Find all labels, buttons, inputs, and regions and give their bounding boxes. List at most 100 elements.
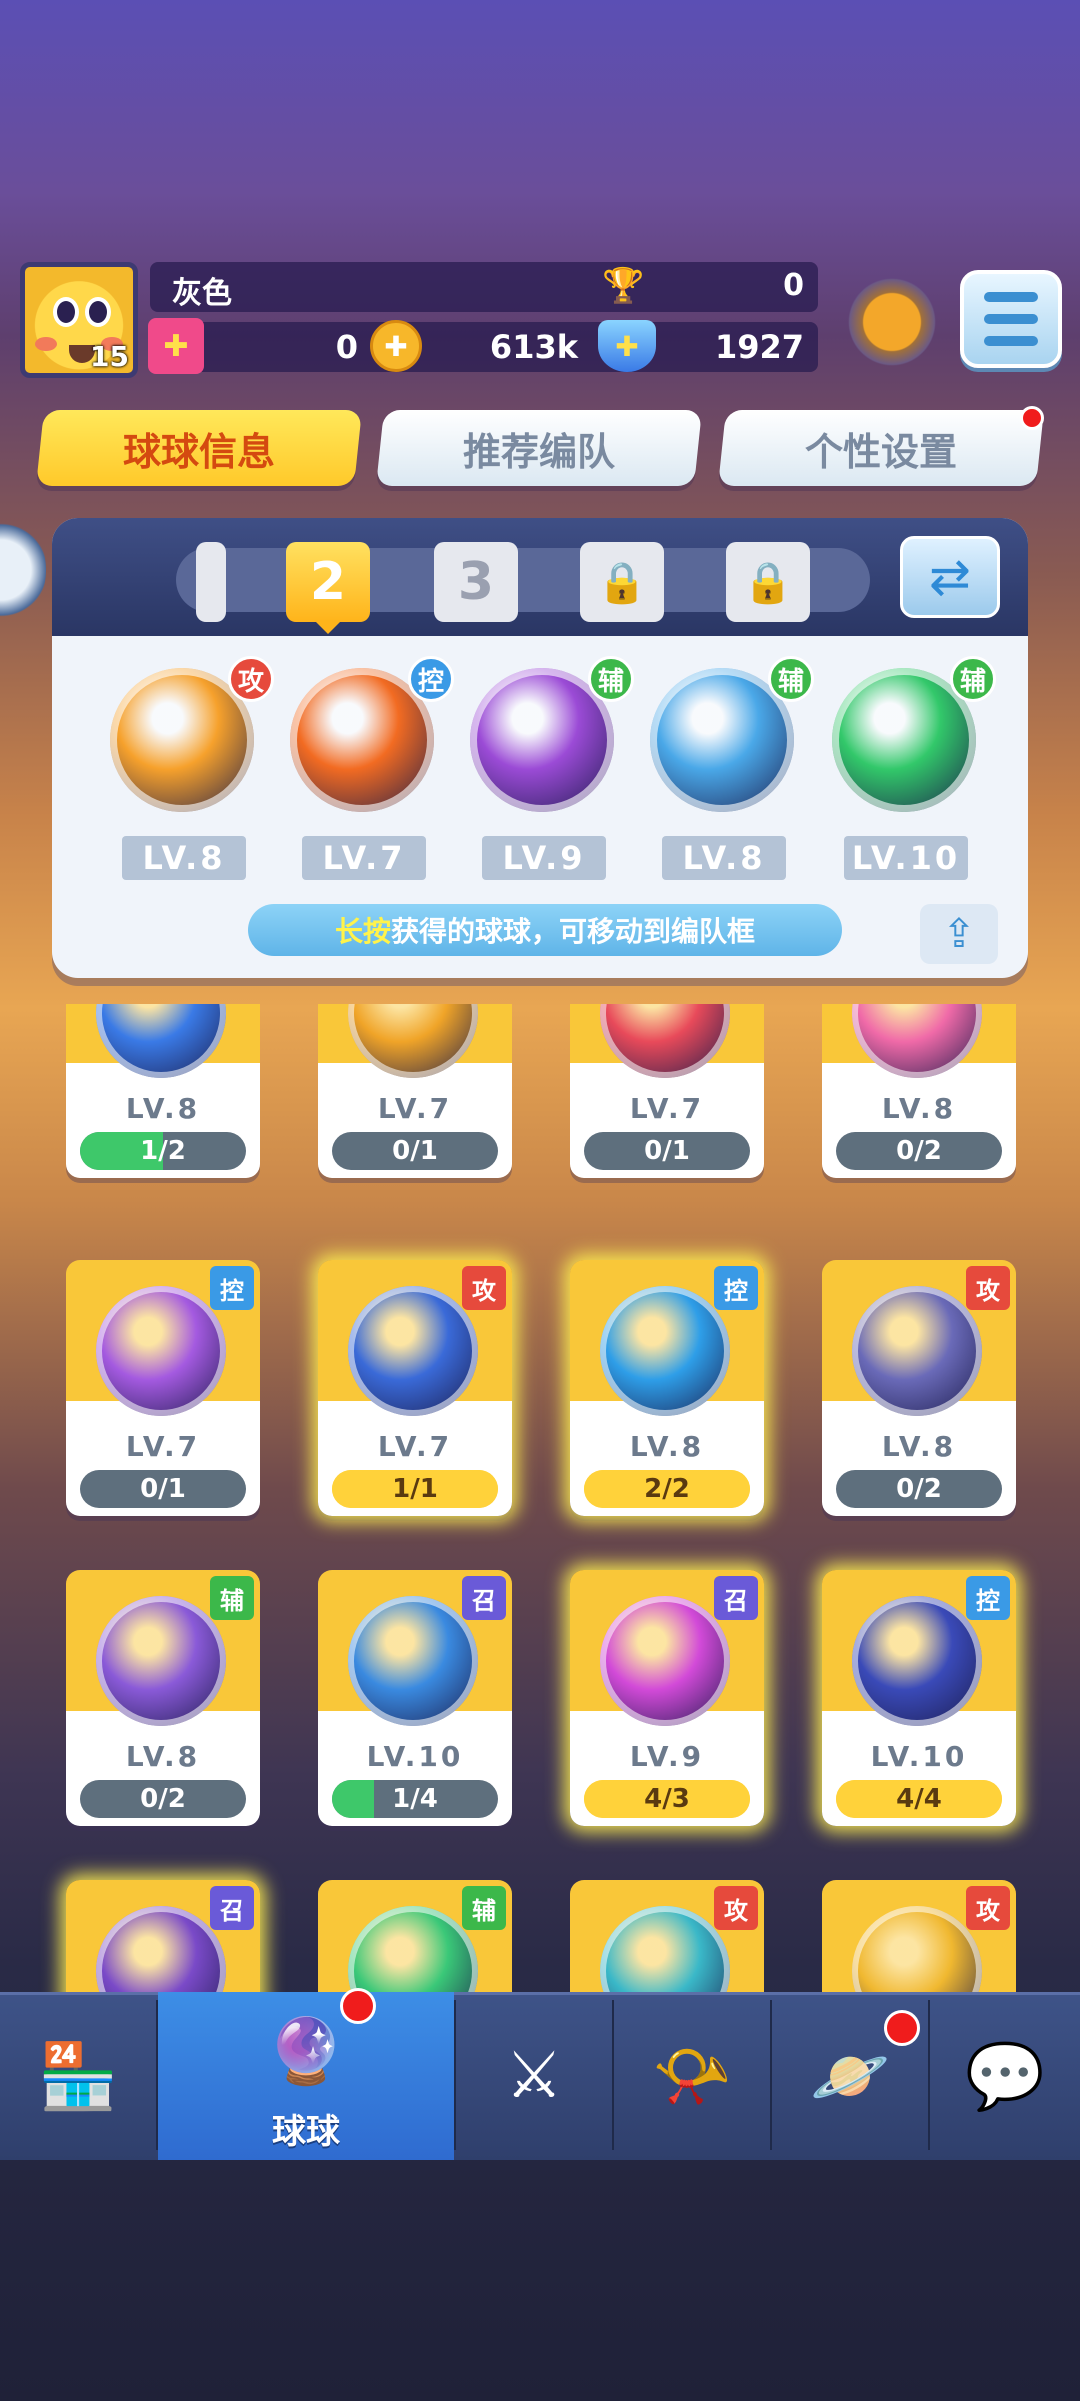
ball-card[interactable]: 攻 LV.7 1/1: [318, 1260, 512, 1516]
shop-icon: 🏪: [38, 2039, 118, 2114]
shard-progress-text: 0/2: [896, 1136, 942, 1166]
ball-icon: [852, 1004, 982, 1078]
player-name: 灰色: [172, 276, 232, 311]
shard-progress-bar: 4/3: [584, 1780, 750, 1818]
shard-progress-text: 4/4: [896, 1784, 942, 1814]
ball-card[interactable]: 控 LV.8 2/2: [570, 1260, 764, 1516]
nav-item[interactable]: 🏪: [0, 1992, 156, 2160]
team-slot-1[interactable]: [196, 542, 226, 622]
gem-plus-icon[interactable]: ✚: [598, 320, 656, 372]
avatar-level: 15: [90, 340, 129, 373]
ball-card[interactable]: 攻 LV.8 0/2: [822, 1260, 1016, 1516]
ball-icon: [348, 1004, 478, 1078]
shard-progress-bar: 1/1: [332, 1470, 498, 1508]
ball-card[interactable]: 召 LV.9 4/3: [570, 1570, 764, 1826]
ball-icon: [600, 1286, 730, 1416]
nav-item[interactable]: 🔮 球球: [158, 1992, 454, 2160]
ball-card[interactable]: 辅 LV.8 0/2: [66, 1570, 260, 1826]
ball-card[interactable]: LV.7 0/1: [570, 1004, 764, 1178]
ball-card[interactable]: 攻: [570, 1880, 764, 1992]
nav-item[interactable]: 📯: [614, 1992, 770, 2160]
ball-card[interactable]: 辅: [318, 1880, 512, 1992]
ball-level-label: LV.7: [377, 1430, 453, 1463]
nav-separator: [156, 2000, 158, 2150]
side-button[interactable]: [0, 510, 46, 630]
ball-type-badge: 辅: [588, 656, 634, 702]
ball-level-label: LV.8: [881, 1430, 957, 1463]
ball-icon: [600, 1906, 730, 1992]
ball-card[interactable]: 召: [66, 1880, 260, 1992]
ball-type-badge: 控: [966, 1576, 1010, 1620]
trophy-icon: 🏆: [602, 266, 645, 306]
ball-level-label: LV.7: [302, 836, 426, 880]
ball-card[interactable]: 控 LV.10 4/4: [822, 1570, 1016, 1826]
shard-progress-bar: 2/2: [584, 1470, 750, 1508]
ball-card[interactable]: 控 LV.7 0/1: [66, 1260, 260, 1516]
menu-icon[interactable]: [960, 270, 1062, 368]
ball-type-badge: 辅: [210, 1576, 254, 1620]
trophy-count: 0: [783, 268, 804, 303]
ball-icon: [600, 1596, 730, 1726]
ball-icon: [852, 1596, 982, 1726]
ball-type-badge: 召: [210, 1886, 254, 1930]
nav-item[interactable]: ⚔: [456, 1992, 612, 2160]
gold-plus-icon[interactable]: ✚: [370, 320, 422, 372]
ball-type-badge: 控: [714, 1266, 758, 1310]
hint-text: 获得的球球，可移动到编队框: [391, 915, 756, 948]
ball-card[interactable]: LV.8 0/2: [822, 1004, 1016, 1178]
ball-icon: [852, 1286, 982, 1416]
ball-card[interactable]: LV.7 0/1: [318, 1004, 512, 1178]
lock-icon[interactable]: 🔒: [726, 542, 810, 622]
shard-progress-bar: 4/4: [836, 1780, 1002, 1818]
team-slot-2[interactable]: 2: [286, 542, 370, 622]
ball-type-badge: 召: [714, 1576, 758, 1620]
ball-icon: [96, 1906, 226, 1992]
ball-collection-grid: LV.8 1/2 LV.7 0/1 LV.7 0/1 LV.8 0/2 控 LV.7 0/1 攻 LV.…: [0, 1004, 1080, 1992]
swap-icon[interactable]: ⇄: [900, 536, 1000, 618]
tab-recommended-team[interactable]: 推荐编队: [376, 410, 702, 486]
shard-progress-bar: 0/1: [584, 1132, 750, 1170]
ball-type-badge: 攻: [462, 1266, 506, 1310]
planet-icon: 🪐: [810, 2039, 890, 2114]
tab-personal-settings[interactable]: 个性设置: [718, 410, 1044, 486]
rank-badge-icon[interactable]: [842, 272, 942, 372]
shard-progress-text: 0/2: [896, 1474, 942, 1504]
ball-card[interactable]: 攻: [822, 1880, 1016, 1992]
ball-type-badge: 攻: [228, 656, 274, 702]
gem-count: 1927: [714, 328, 804, 366]
share-icon[interactable]: ⇪: [920, 904, 998, 964]
ball-level-label: LV.8: [125, 1092, 201, 1125]
nav-item[interactable]: 💬: [930, 1992, 1080, 2160]
tab-ball-info[interactable]: 球球信息: [36, 410, 362, 486]
chat-icon: 💬: [965, 2039, 1045, 2114]
ball-level-label: LV.7: [377, 1092, 453, 1125]
ball-level-label: LV.8: [881, 1092, 957, 1125]
notification-dot: [1020, 406, 1044, 430]
shard-progress-text: 1/1: [392, 1474, 438, 1504]
notification-dot: [340, 1988, 376, 2024]
ball-level-label: LV.10: [870, 1740, 968, 1773]
ball-icon: [852, 1906, 982, 1992]
shard-progress-text: 0/2: [140, 1784, 186, 1814]
player-name-bar: 灰色 🏆 0: [150, 262, 818, 312]
shard-progress-text: 0/1: [140, 1474, 186, 1504]
ticket-count: 0: [335, 328, 358, 366]
lock-icon[interactable]: 🔒: [580, 542, 664, 622]
ball-type-badge: 攻: [714, 1886, 758, 1930]
ball-card[interactable]: LV.8 1/2: [66, 1004, 260, 1178]
ticket-plus-icon[interactable]: ✚: [148, 318, 204, 374]
shard-progress-text: 4/3: [644, 1784, 690, 1814]
avatar-eye: [85, 297, 111, 327]
avatar[interactable]: 15: [20, 262, 138, 378]
team-slot-3[interactable]: 3: [434, 542, 518, 622]
ball-level-label: LV.10: [366, 1740, 464, 1773]
ball-type-badge: 控: [408, 656, 454, 702]
ball-card[interactable]: 召 LV.10 1/4: [318, 1570, 512, 1826]
ball-level-label: LV.7: [125, 1430, 201, 1463]
ball-type-badge: 攻: [966, 1886, 1010, 1930]
shard-progress-text: 2/2: [644, 1474, 690, 1504]
ball-icon: [96, 1286, 226, 1416]
ball-level-label: LV.10: [844, 836, 968, 880]
shard-progress-text: 1/4: [392, 1784, 438, 1814]
nav-label: 球球: [272, 2111, 340, 2152]
